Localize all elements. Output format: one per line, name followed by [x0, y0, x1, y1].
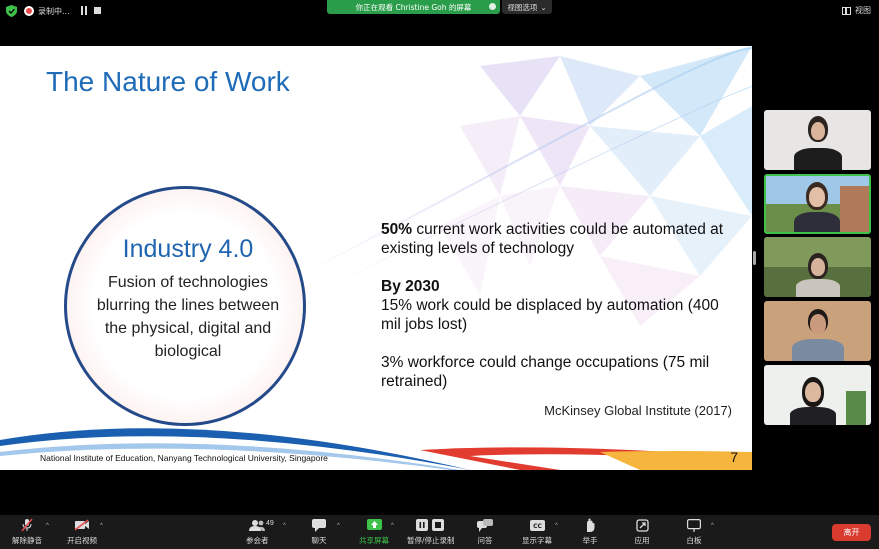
view-button[interactable]: 视图 [842, 5, 871, 16]
participant-video-3[interactable] [764, 237, 871, 297]
video-off-icon [74, 518, 90, 532]
viewing-banner-text: 你正在观看 Christine Goh 的屏幕 [355, 2, 472, 12]
participant-body [794, 212, 840, 232]
participant-video-1[interactable] [764, 110, 871, 170]
whiteboard-button[interactable]: 白板 [686, 518, 702, 546]
stop-recording-icon[interactable] [94, 7, 101, 14]
source-citation: McKinsey Global Institute (2017) [544, 403, 732, 418]
start-video-label: 开启视频 [67, 536, 97, 545]
top-bar: 录制中... 你正在观看 Christine Goh 的屏幕 视图选项 ⌄ 视图 [0, 0, 879, 22]
raise-hand-button[interactable]: 举手 [582, 518, 598, 546]
svg-text:CC: CC [533, 523, 542, 530]
panel-resize-handle[interactable] [753, 251, 756, 265]
apps-icon [634, 518, 650, 532]
meeting-toolbar: 解除静音 ^ 开启视频 ^ 参会者 49 ^ 聊天 ^ 共享屏幕 ^ 暂停/停止… [0, 515, 879, 549]
qa-icon [477, 518, 493, 532]
video-options-caret-icon[interactable]: ^ [100, 523, 103, 529]
start-video-button[interactable]: 开启视频 [67, 518, 97, 546]
raise-hand-icon [582, 518, 598, 532]
muted-microphone-icon [19, 518, 35, 532]
chat-caret-icon[interactable]: ^ [337, 523, 340, 529]
raise-hand-label: 举手 [582, 536, 598, 545]
participants-label: 参会者 [246, 536, 269, 545]
captions-button[interactable]: CC 显示字幕 [522, 518, 552, 546]
background-building [840, 186, 869, 232]
participant-video-4[interactable] [764, 301, 871, 361]
security-shield-icon[interactable] [6, 5, 17, 17]
share-screen-label: 共享屏幕 [359, 536, 389, 545]
audio-options-caret-icon[interactable]: ^ [46, 523, 49, 529]
captions-label: 显示字幕 [522, 536, 552, 545]
stat-2030: By 2030 15% work could be displaced by a… [381, 277, 741, 334]
whiteboard-label: 白板 [686, 536, 702, 545]
participant-face [810, 314, 826, 334]
stat3-text: 3% workforce could change occupations (7… [381, 354, 710, 390]
slide-title: The Nature of Work [46, 66, 290, 97]
whiteboard-icon [686, 518, 702, 532]
stat1-bold: 50% [381, 221, 413, 238]
share-caret-icon[interactable]: ^ [391, 523, 394, 529]
unmute-label: 解除静音 [12, 536, 42, 545]
qa-button[interactable]: 问答 [477, 518, 493, 546]
recording-dot-icon [24, 6, 34, 16]
view-label: 视图 [855, 6, 871, 15]
industry-circle: Industry 4.0 Fusion of technologies blur… [64, 186, 306, 426]
participant-face [805, 382, 821, 402]
leave-label: 离开 [843, 528, 860, 537]
presentation-slide: The Nature of Work Industry 4.0 Fusion o… [0, 46, 752, 470]
viewing-banner: 你正在观看 Christine Goh 的屏幕 [327, 0, 500, 14]
slide-footer: National Institute of Education, Nanyang… [40, 453, 328, 463]
chevron-down-icon: ⌄ [540, 2, 547, 12]
participants-caret-icon[interactable]: ^ [283, 523, 286, 529]
participant-video-5[interactable] [764, 365, 871, 425]
pause-stop-recording-button[interactable]: 暂停/停止录制 [407, 518, 455, 546]
view-options-button[interactable]: 视图选项 ⌄ [502, 0, 552, 14]
banner-status-icon [489, 3, 496, 10]
participant-face [811, 122, 825, 140]
slide-page-number: 7 [730, 449, 738, 465]
qa-label: 问答 [477, 536, 493, 545]
participant-body [796, 279, 840, 297]
participant-face [809, 187, 825, 207]
closed-captions-icon: CC [529, 518, 545, 532]
participants-icon [249, 518, 266, 532]
pause-stop-icons [415, 518, 447, 532]
participant-video-2-speaking[interactable] [764, 174, 871, 234]
participant-body [792, 339, 844, 361]
recording-indicator[interactable]: 录制中... [24, 3, 70, 19]
participants-count: 49 [266, 520, 274, 527]
circle-title: Industry 4.0 [122, 235, 254, 263]
view-layout-icon [842, 6, 851, 15]
share-screen-icon [366, 518, 382, 532]
chat-label: 聊天 [311, 536, 327, 545]
recording-label: 录制中... [38, 6, 70, 16]
chat-button[interactable]: 聊天 [311, 518, 327, 546]
stat-workforce: 3% workforce could change occupations (7… [381, 353, 741, 391]
participant-face [811, 258, 825, 276]
participant-body [794, 148, 842, 170]
pause-stop-recording-label: 暂停/停止录制 [407, 536, 455, 545]
whiteboard-caret-icon[interactable]: ^ [711, 523, 714, 529]
view-options-label: 视图选项 [507, 2, 538, 12]
apps-label: 应用 [634, 536, 650, 545]
stat2-text: 15% work could be displaced by automatio… [381, 297, 719, 333]
captions-caret-icon[interactable]: ^ [555, 523, 558, 529]
stat-automation: 50% current work activities could be aut… [381, 220, 741, 258]
shared-screen: The Nature of Work Industry 4.0 Fusion o… [0, 22, 752, 492]
chat-bubble-icon [311, 518, 327, 532]
pause-recording-icon[interactable] [80, 6, 88, 15]
unmute-button[interactable]: 解除静音 [12, 518, 42, 546]
background-plant [846, 391, 866, 425]
stat1-text: current work activities could be automat… [381, 221, 724, 257]
participant-body [790, 407, 836, 425]
share-screen-button[interactable]: 共享屏幕 [359, 518, 389, 546]
circle-body: Fusion of technologies blurring the line… [96, 274, 280, 360]
apps-button[interactable]: 应用 [634, 518, 650, 546]
leave-button[interactable]: 离开 [832, 524, 871, 541]
stat2-heading: By 2030 [381, 278, 440, 295]
